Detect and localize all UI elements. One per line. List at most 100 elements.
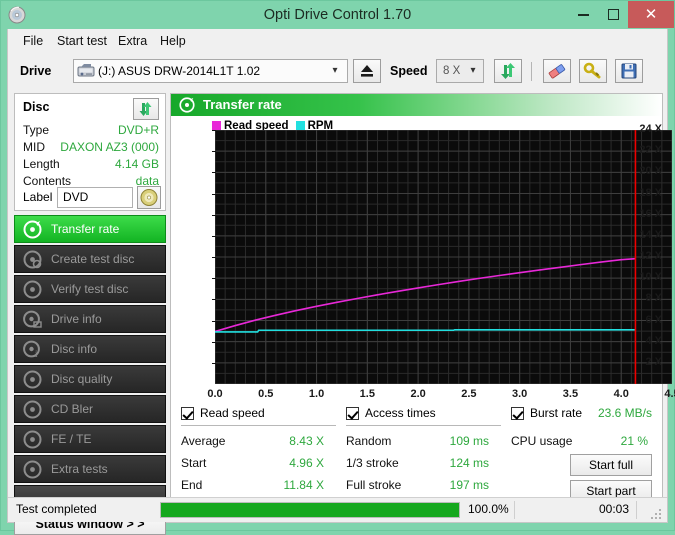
sidebar-item-fe-te[interactable]: FE / TE: [14, 425, 166, 453]
disc-row-mid: MID DAXON AZ3 (000): [15, 140, 167, 157]
sidebar-item-extra-tests[interactable]: Extra tests: [14, 455, 166, 483]
refresh-icon: [495, 60, 521, 82]
stat-value: 109 ms: [450, 434, 489, 448]
minimize-button[interactable]: [568, 1, 598, 28]
sidebar-item-create-test-disc[interactable]: Create test disc: [14, 245, 166, 273]
eject-button[interactable]: [353, 59, 381, 83]
disc-row-type: Type DVD+R: [15, 123, 167, 140]
stat-row: Start 4.96 X: [181, 456, 336, 475]
column-divider: [181, 425, 336, 426]
disc-icon: [23, 250, 42, 269]
disc-label-row: Label DVD: [15, 186, 167, 210]
x-axis-tick-label: 0.0: [195, 388, 235, 400]
sidebar-item-disc-info[interactable]: i Disc info: [14, 335, 166, 363]
client-area: File Start test Extra Help Drive (J:): [7, 29, 668, 523]
toolbar-separator: [531, 62, 532, 81]
toolbar: Drive (J:) ASUS DRW-2014L1T 1.02 ▾: [8, 53, 667, 91]
bitsetting-button[interactable]: [579, 59, 607, 83]
y-axis-tick: [212, 172, 216, 173]
x-axis-tick-label: 2.5: [449, 388, 489, 400]
sidebar-item-label: Verify test disc: [51, 276, 128, 302]
stat-key: Full stroke: [346, 478, 401, 492]
plot-canvas: [215, 130, 672, 384]
x-axis-tick-label: 4.0: [601, 388, 641, 400]
menu-item-extra[interactable]: Extra: [111, 29, 154, 53]
y-axis-tick: [212, 130, 216, 131]
drive-value: (J:) ASUS DRW-2014L1T 1.02: [98, 60, 260, 82]
disc-icon: [23, 280, 42, 299]
refresh-button[interactable]: [494, 59, 522, 83]
save-button[interactable]: [615, 59, 643, 83]
y-axis-tick: [212, 257, 216, 258]
x-axis-tick-label: 1.5: [347, 388, 387, 400]
progress-bar-track: [160, 502, 460, 518]
disc-label-key: Label: [23, 190, 52, 204]
title-bar: Opti Drive Control 1.70 ✕: [1, 1, 674, 29]
sidebar-item-label: Disc quality: [51, 366, 112, 392]
drive-icon: [77, 63, 95, 80]
sidebar-item-cd-bler[interactable]: CD Bler: [14, 395, 166, 423]
drive-select[interactable]: (J:) ASUS DRW-2014L1T 1.02 ▾: [73, 59, 348, 83]
chevron-down-icon[interactable]: ▾: [463, 60, 483, 82]
burst-rate-checkbox[interactable]: [511, 407, 524, 420]
y-axis-tick-label: 18 X: [622, 187, 662, 199]
burst-rate-value: 23.6 MB/s: [598, 406, 652, 420]
disc-panel-title: Disc: [23, 100, 49, 114]
stat-value: 124 ms: [450, 456, 489, 470]
disc-icon: i: [23, 340, 42, 359]
access-times-checkbox-label: Access times: [365, 406, 436, 420]
sidebar-item-transfer-rate[interactable]: Transfer rate: [14, 215, 166, 243]
menu-item-start-test[interactable]: Start test: [50, 29, 114, 53]
sidebar-item-verify-test-disc[interactable]: Verify test disc: [14, 275, 166, 303]
progress-percent: 100.0%: [468, 502, 509, 516]
drive-label: Drive: [20, 64, 51, 78]
disc-refresh-button[interactable]: [133, 98, 159, 120]
disc-icon: [23, 430, 42, 449]
disc-label-input[interactable]: DVD: [57, 187, 133, 208]
panel-title: Transfer rate: [203, 94, 282, 116]
y-axis-tick-label: 4 X: [622, 335, 662, 347]
read-speed-checkbox[interactable]: [181, 407, 194, 420]
y-axis-tick: [212, 278, 216, 279]
y-axis-tick: [212, 299, 216, 300]
y-axis-tick-label: 10 X: [622, 271, 662, 283]
column-divider: [346, 425, 501, 426]
y-axis-tick: [212, 194, 216, 195]
minimize-icon: [578, 14, 589, 16]
y-axis-tick: [212, 236, 216, 237]
resize-grip-icon[interactable]: [651, 507, 663, 519]
y-axis-tick: [212, 151, 216, 152]
erase-disc-button[interactable]: [543, 59, 571, 83]
y-axis-tick-label: 12 X: [622, 250, 662, 262]
sidebar-item-label: CD Bler: [51, 396, 93, 422]
stat-key: Average: [181, 434, 225, 448]
menu-bar: File Start test Extra Help: [8, 29, 667, 53]
sidebar-item-label: Disc info: [51, 336, 97, 362]
x-axis-tick-label: 1.0: [297, 388, 337, 400]
disc-value: DAXON AZ3 (000): [60, 140, 159, 154]
disc-label-value: DVD: [63, 188, 88, 207]
disc-label-apply-button[interactable]: [137, 186, 161, 209]
stat-row: Random 109 ms: [346, 434, 501, 453]
disc-icon: [23, 310, 42, 329]
stat-key: End: [181, 478, 202, 492]
chevron-down-icon[interactable]: ▾: [325, 60, 345, 82]
stat-value: 8.43 X: [289, 434, 324, 448]
speed-select[interactable]: 8 X ▾: [436, 59, 484, 83]
test-button-list: Transfer rate Create test disc: [14, 215, 166, 501]
menu-item-help[interactable]: Help: [153, 29, 193, 53]
maximize-button[interactable]: [598, 1, 628, 28]
y-axis-tick: [212, 363, 216, 364]
disc-key: Type: [23, 123, 49, 137]
eject-icon: [354, 60, 380, 82]
disc-icon: [23, 400, 42, 419]
start-full-button[interactable]: Start full: [570, 454, 652, 476]
sidebar-item-label: Extra tests: [51, 456, 108, 482]
menu-item-file[interactable]: File: [16, 29, 50, 53]
sidebar-item-label: Transfer rate: [51, 216, 119, 242]
close-button[interactable]: ✕: [628, 1, 674, 28]
sidebar-item-drive-info[interactable]: Drive info: [14, 305, 166, 333]
access-times-checkbox[interactable]: [346, 407, 359, 420]
y-axis-tick-label: 20 X: [622, 165, 662, 177]
sidebar-item-disc-quality[interactable]: Disc quality: [14, 365, 166, 393]
